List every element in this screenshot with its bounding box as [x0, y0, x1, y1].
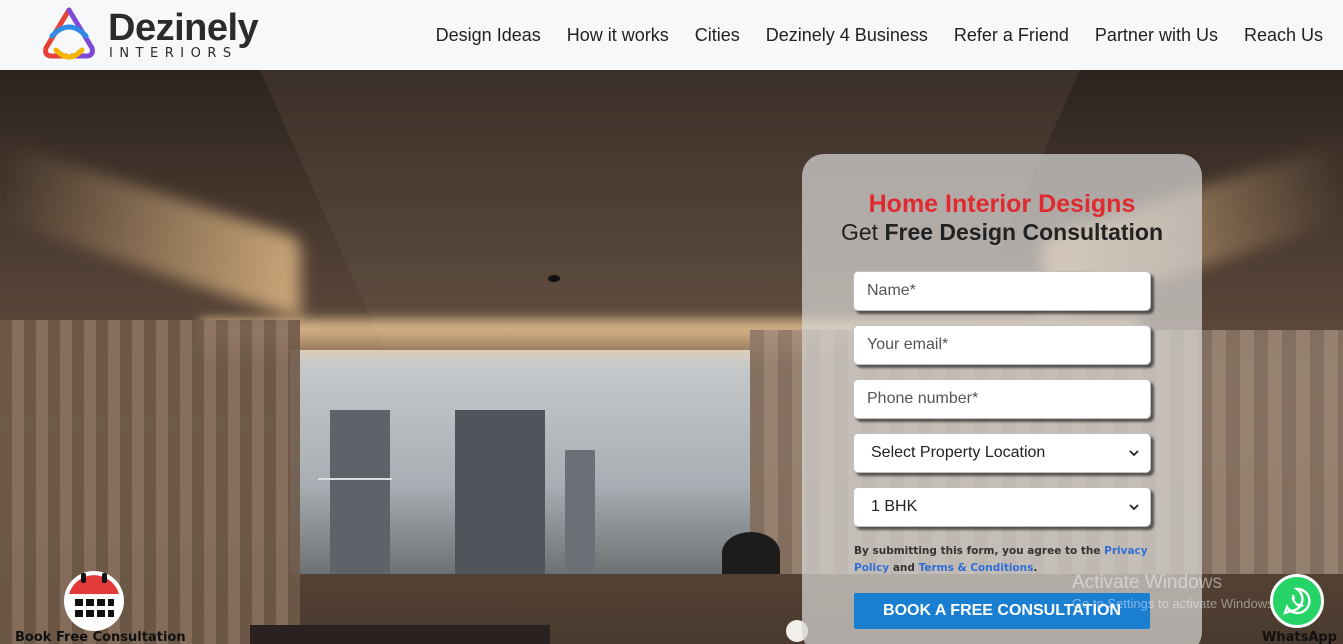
name-input[interactable]: [853, 271, 1151, 311]
nav-partner-with-us[interactable]: Partner with Us: [1095, 25, 1218, 46]
nav-how-it-works[interactable]: How it works: [567, 25, 669, 46]
property-location-select[interactable]: Select Property Location: [853, 433, 1151, 473]
consent-text: By submitting this form, you agree to th…: [854, 543, 1154, 577]
book-consultation-fab-label[interactable]: Book Free Consultation: [15, 630, 186, 644]
logo-name: Dezinely: [108, 7, 259, 49]
ceiling-spotlight: [548, 275, 560, 282]
main-nav: Design Ideas How it works Cities Dezinel…: [410, 0, 1323, 70]
form-subtitle: Get Free Design Consultation: [802, 219, 1202, 246]
chevron-down-icon: [1129, 450, 1139, 457]
property-location-value: Select Property Location: [871, 444, 1046, 461]
bhk-select[interactable]: 1 BHK: [853, 487, 1151, 527]
floor-lamp: [722, 532, 780, 574]
consent-prefix: By submitting this form, you agree to th…: [854, 545, 1105, 557]
site-header: Dezinely INTERIORS Design Ideas How it w…: [0, 0, 1343, 70]
logo-subtitle: INTERIORS: [109, 46, 238, 61]
whatsapp-label[interactable]: WhatsApp: [1262, 630, 1337, 644]
nav-refer-a-friend[interactable]: Refer a Friend: [954, 25, 1069, 46]
nav-reach-us[interactable]: Reach Us: [1244, 25, 1323, 46]
form-subtitle-prefix: Get: [840, 219, 885, 245]
dining-table: [250, 625, 550, 644]
form-title: Home Interior Designs: [868, 190, 1136, 218]
curtain-left: [0, 320, 300, 644]
book-consultation-button[interactable]: BOOK A FREE CONSULTATION: [854, 593, 1150, 629]
pendant-line: [318, 478, 392, 480]
email-input[interactable]: [853, 325, 1151, 365]
nav-design-ideas[interactable]: Design Ideas: [436, 25, 541, 46]
whatsapp-button[interactable]: [1270, 574, 1324, 628]
phone-input[interactable]: [853, 379, 1151, 419]
bhk-value: 1 BHK: [871, 498, 918, 515]
building: [565, 450, 595, 574]
building: [455, 410, 545, 574]
nav-cities[interactable]: Cities: [695, 25, 740, 46]
brand-logo[interactable]: Dezinely INTERIORS: [38, 6, 259, 64]
whatsapp-icon: [1283, 587, 1311, 615]
logo-mark-icon: [43, 7, 95, 60]
consent-and: and: [889, 562, 919, 574]
building: [330, 410, 390, 574]
terms-link[interactable]: Terms & Conditions: [919, 562, 1034, 574]
nav-dezinely-4-business[interactable]: Dezinely 4 Business: [766, 25, 928, 46]
form-subtitle-bold: Free Design Consultation: [884, 219, 1164, 245]
consent-end: .: [1033, 562, 1038, 574]
chevron-down-icon: [1129, 504, 1139, 511]
calendar-icon[interactable]: [63, 570, 125, 632]
